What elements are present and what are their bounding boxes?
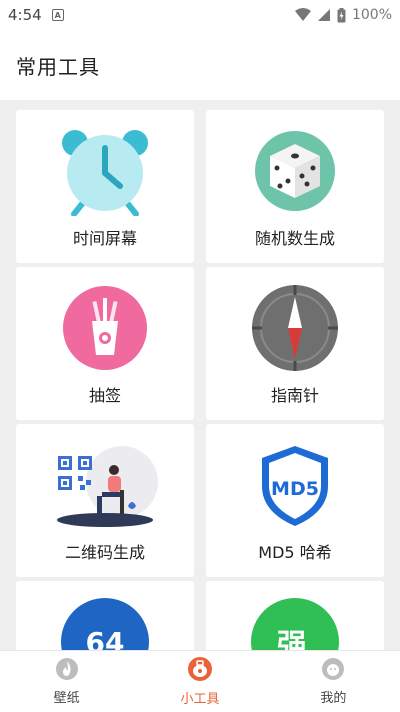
qrcode-illustration-icon xyxy=(50,440,160,530)
fortune-sticks-icon xyxy=(60,283,150,373)
tool-card-md5[interactable]: MD5 MD5 哈希 xyxy=(206,424,384,577)
dice-icon xyxy=(250,126,340,216)
toolbox-icon xyxy=(187,657,212,681)
battery-icon xyxy=(337,7,346,22)
tab-label: 我的 xyxy=(320,691,347,706)
flame-icon xyxy=(55,658,78,680)
tool-card-qrcode[interactable]: 二维码生成 xyxy=(16,424,194,577)
tool-card-time-screen[interactable]: 时间屏幕 xyxy=(16,110,194,263)
tool-label: 时间屏幕 xyxy=(72,229,137,248)
tools-grid: 时间屏幕 随机数生成 抽签 指南针 二维码生成 MD5 MD5 哈希 64 强 xyxy=(16,110,384,650)
alarm-clock-icon xyxy=(60,126,150,217)
tool-card-draw-lots[interactable]: 抽签 xyxy=(16,267,194,420)
strong-badge-icon: 强 xyxy=(250,597,340,650)
md5-badge-text: MD5 xyxy=(271,478,319,500)
tab-tools[interactable]: 小工具 xyxy=(133,651,266,712)
base64-badge-text: 64 xyxy=(86,626,125,650)
tool-label: 指南针 xyxy=(270,386,319,405)
tool-card-strong-password[interactable]: 强 xyxy=(206,581,384,650)
app-header: 常用工具 xyxy=(0,30,400,100)
page-title: 常用工具 xyxy=(16,54,100,79)
tab-label: 小工具 xyxy=(180,692,220,707)
signal-icon xyxy=(317,9,330,21)
compass-icon xyxy=(250,283,340,373)
tool-card-random-number[interactable]: 随机数生成 xyxy=(206,110,384,263)
tab-label: 壁纸 xyxy=(53,691,80,706)
tools-content: 时间屏幕 随机数生成 抽签 指南针 二维码生成 MD5 MD5 哈希 64 强 xyxy=(0,100,400,650)
status-time: 4:54 xyxy=(8,6,42,24)
bottom-tab-bar: 壁纸 小工具 我的 xyxy=(0,650,400,712)
notification-a-icon: A xyxy=(51,9,64,21)
tab-wallpaper[interactable]: 壁纸 xyxy=(0,651,133,712)
tool-label: 二维码生成 xyxy=(64,543,145,562)
battery-percent: 100% xyxy=(351,7,392,23)
status-right: 100% xyxy=(294,7,392,23)
profile-icon xyxy=(322,658,345,680)
strong-badge-text: 强 xyxy=(277,628,307,650)
md5-shield-icon: MD5 xyxy=(250,440,340,530)
tool-card-base64[interactable]: 64 xyxy=(16,581,194,650)
tool-label: 抽签 xyxy=(88,386,121,405)
tool-label: MD5 哈希 xyxy=(258,543,332,562)
status-bar: 4:54 A 100% xyxy=(0,0,400,30)
base64-icon: 64 xyxy=(60,597,150,650)
tab-mine[interactable]: 我的 xyxy=(267,651,400,712)
tool-label: 随机数生成 xyxy=(254,229,335,248)
wifi-icon xyxy=(294,8,311,21)
tool-card-compass[interactable]: 指南针 xyxy=(206,267,384,420)
